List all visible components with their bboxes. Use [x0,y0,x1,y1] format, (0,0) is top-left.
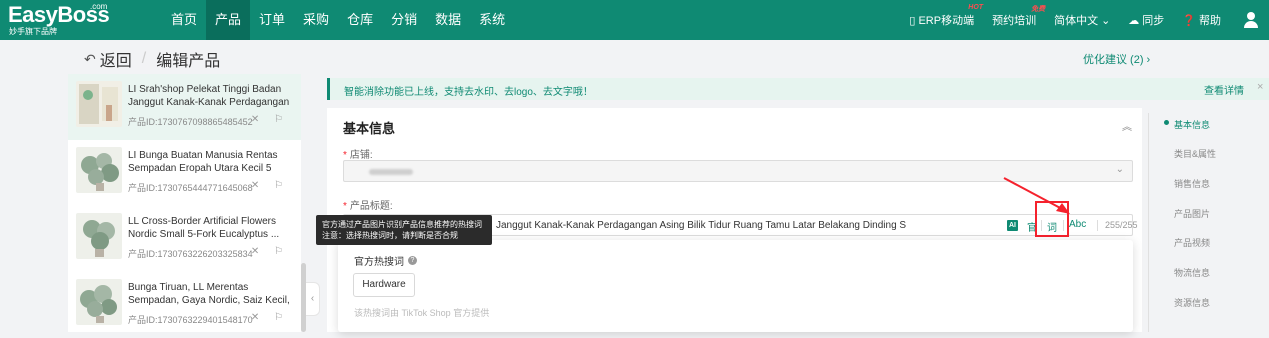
logo-subtitle: 妙手旗下品牌 [9,27,57,36]
logo-domain: .com [90,2,108,11]
tooltip-line: 注意：选择热搜词时，请判断是否合规 [322,231,458,240]
top-navigation-bar: EasyBoss .com 妙手旗下品牌 首页 产品 订单 采购 仓库 分销 数… [0,0,1269,40]
anchor-sales-info[interactable]: 销售信息 [1174,177,1210,190]
list-item[interactable]: LI Srah'shop Pelekat Tinggi Badan Janggu… [68,74,301,140]
anchor-logistics-info[interactable]: 物流信息 [1174,266,1210,279]
header-right-tools: ▯ ERP移动端 HOT 预约培训 免费 简体中文 ⌄ ☁ 同步 ❓ 帮助 [891,0,1259,40]
breadcrumb: ↶ 返回 / 编辑产品 [84,48,220,70]
cloud-icon: ☁ [1128,14,1140,27]
product-title-label: * 产品标题: [343,197,393,212]
free-badge: 免费 [1031,6,1046,13]
back-link[interactable]: 返回 [100,47,132,71]
anchor-basic-info[interactable]: 基本信息 [1174,118,1210,131]
help-label: 帮助 [1199,15,1221,27]
help-icon[interactable]: ? [408,256,417,265]
sync-button[interactable]: ☁ 同步 [1128,12,1164,28]
notice-text: 智能消除功能已上线，支持去水印、去logo、去文字哦！ [344,87,593,98]
optimization-suggestions-link[interactable]: 优化建议 (2) › [1083,51,1150,67]
anchor-resource-info[interactable]: 资源信息 [1174,296,1210,309]
hot-words-tooltip: 官方通过产品图片识别产品信息推荐的热搜词 注意：选择热搜词时，请判断是否合规 [316,215,492,245]
list-item[interactable]: LI Bunga Buatan Manusia Rentas Sempadan … [68,140,301,206]
product-name: Bunga Tiruan, LL Merentas Sempadan, Gaya… [128,282,290,306]
tooltip-line: 官方通过产品图片识别产品信息推荐的热搜词 [322,220,482,229]
erp-mobile-link[interactable]: ▯ ERP移动端 HOT [909,4,983,28]
store-label: * 店铺: [343,146,373,161]
hot-words-title: 官方热搜词 ? [354,253,417,268]
anchor-product-images[interactable]: 产品图片 [1174,207,1210,220]
training-label: 预约培训 [992,15,1037,27]
product-item-actions[interactable]: ✕ ⚐ [251,114,289,125]
product-thumbnail [76,81,122,127]
case-format-button[interactable]: Abc [1069,219,1086,230]
erp-mobile-label: ERP移动端 [918,15,975,27]
training-link[interactable]: 预约培训 免费 [992,6,1045,28]
title-label-text: 产品标题: [349,201,393,212]
char-counter: 255/255 [1105,220,1138,230]
product-thumbnail [76,213,122,259]
anchor-product-video[interactable]: 产品视频 [1174,236,1210,249]
store-value-redacted [369,169,413,175]
language-select[interactable]: 简体中文 ⌄ [1054,12,1110,28]
hot-words-source: 该热搜词由 TikTok Shop 官方提供 [354,308,490,318]
collapse-icon[interactable]: ︽ [1122,118,1132,133]
product-id: 产品ID:1730763226203325834 [128,249,253,259]
divider [1097,220,1098,231]
question-icon: ❓ [1182,14,1196,27]
user-avatar-icon[interactable] [1243,12,1259,28]
nav-system[interactable]: 系统 [470,0,514,40]
product-thumbnail [76,147,122,193]
easyboss-logo[interactable]: EasyBoss .com 妙手旗下品牌 [8,3,118,37]
product-id: 产品ID:1730763229401548170 [128,315,253,325]
nav-home[interactable]: 首页 [162,0,206,40]
avatar-head [1247,12,1255,20]
language-label: 简体中文 [1054,15,1099,27]
breadcrumb-separator: / [141,50,147,67]
product-id: 产品ID:1730765444771645068 [128,183,253,193]
nav-products[interactable]: 产品 [206,0,251,40]
product-item-actions[interactable]: ✕ ⚐ [251,312,289,323]
chevron-down-icon: ⌄ [1115,164,1124,175]
main-nav: 首页 产品 订单 采购 仓库 分销 数据 系统 [162,0,514,40]
back-arrow-icon[interactable]: ↶ [84,51,96,68]
collapse-sidebar-button[interactable]: ‹ [306,282,320,316]
list-item[interactable]: Bunga Tiruan, LL Merentas Sempadan, Gaya… [68,272,301,338]
nav-data[interactable]: 数据 [426,0,470,40]
help-button[interactable]: ❓ 帮助 [1182,12,1221,28]
product-item-actions[interactable]: ✕ ⚐ [251,180,289,191]
section-anchor-nav: 基本信息 类目&属性 销售信息 产品图片 产品视频 物流信息 资源信息 [1148,108,1269,332]
notice-banner: 智能消除功能已上线，支持去水印、去logo、去文字哦！ 查看详情 × [327,78,1269,100]
nav-warehouse[interactable]: 仓库 [338,0,382,40]
product-item-actions[interactable]: ✕ ⚐ [251,246,289,257]
close-icon[interactable]: × [1257,81,1263,93]
page-title: 编辑产品 [156,53,221,70]
annotation-arrow-icon [1003,177,1070,214]
chevron-left-icon: ‹ [310,293,315,304]
anchor-track [1148,113,1149,332]
list-item[interactable]: LL Cross-Border Artificial Flowers Nordi… [68,206,301,272]
required-mark: * [343,201,347,212]
anchor-category-attributes[interactable]: 类目&属性 [1174,147,1216,160]
product-thumbnail [76,279,122,325]
nav-distribution[interactable]: 分销 [382,0,426,40]
section-title: 基本信息 [343,121,396,136]
avatar-body [1244,21,1258,28]
product-name: LL Cross-Border Artificial Flowers Nordi… [128,216,280,240]
hot-badge: HOT [968,4,984,11]
nav-purchase[interactable]: 采购 [294,0,338,40]
view-details-link[interactable]: 查看详情 [1204,82,1244,97]
keyword-chip[interactable]: Hardware [353,273,415,297]
chevron-down-icon: ⌄ [1101,14,1111,27]
product-name: LI Srah'shop Pelekat Tinggi Badan Janggu… [128,84,290,108]
product-name: LI Bunga Buatan Manusia Rentas Sempadan … [128,150,278,174]
sync-label: 同步 [1142,15,1165,27]
product-title-value: Janggut Kanak-Kanak Perdagangan Asing Bi… [496,220,907,231]
mobile-icon: ▯ [909,14,916,27]
hot-words-popover: 官方热搜词 ? Hardware 该热搜词由 TikTok Shop 官方提供 [338,240,1133,332]
product-id: 产品ID:1730767098865485452 [128,117,253,127]
nav-orders[interactable]: 订单 [250,0,294,40]
ai-icon[interactable]: AI [1007,220,1018,231]
product-list: LI Srah'shop Pelekat Tinggi Badan Janggu… [68,74,301,332]
hot-words-title-text: 官方热搜词 [354,257,404,268]
active-anchor-dot [1164,120,1169,125]
